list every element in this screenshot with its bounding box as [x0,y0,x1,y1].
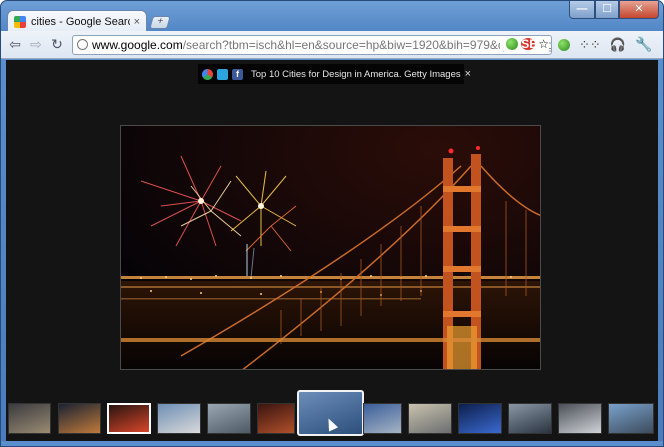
google-favicon-icon [14,15,26,28]
thumbnail-9[interactable] [408,403,452,434]
window-bottom-border [1,441,663,446]
thumbnail-11[interactable] [508,403,552,434]
url-host: www.google.com [92,37,183,52]
page-info-icon[interactable] [77,39,88,50]
image-caption[interactable]: Top 10 Cities for Design in America. Get… [251,69,461,80]
caption-close-icon[interactable]: × [465,68,471,80]
extension-green-icon[interactable] [506,37,519,50]
close-window-button[interactable]: ✕ [619,1,659,19]
thumbnail-4[interactable] [157,403,201,434]
thumbnail-2[interactable] [58,403,101,434]
headphones-icon[interactable]: 🎧 [610,37,626,53]
image-caption-bar: f Top 10 Cities for Design in America. G… [198,64,471,84]
thumbnail-10[interactable] [458,403,502,434]
facebook-share-icon[interactable]: f [232,68,243,80]
twitter-share-icon[interactable] [217,68,228,80]
url-text[interactable]: www.google.com/search?tbm=isch&hl=en&sou… [92,37,552,52]
thumbnail-13[interactable] [608,403,654,434]
tab-google-search[interactable]: cities - Google Search × [7,10,147,32]
thumbnail-12[interactable] [558,403,602,434]
golden-gate-fireworks-photo [121,126,540,369]
address-bar[interactable]: www.google.com/search?tbm=isch&hl=en&sou… [72,34,552,55]
wrench-menu-icon[interactable]: 🔧 [635,36,652,53]
thumbnail-3-selected[interactable] [107,403,151,434]
thumbnail-8[interactable] [363,403,402,434]
green-extension-icon[interactable] [558,38,570,51]
extension-badge-icon[interactable]: SEP [521,37,545,50]
reload-button[interactable]: ↻ [47,35,67,55]
main-image[interactable] [120,125,541,370]
thumbnail-6[interactable] [257,403,295,434]
extension-area: ⁘⁘ 🎧 🔧 [558,36,652,53]
url-path: /search?tbm=isch&hl=en&source=hp&biw=192… [182,37,552,52]
maximize-button[interactable]: ☐ [595,1,619,19]
tab-title: cities - Google Search [31,15,130,28]
back-button[interactable]: ⇦ [5,35,25,55]
dots-extension-icon[interactable]: ⁘⁘ [579,37,601,53]
browser-window: cities - Google Search × + — ☐ ✕ ⇦ ⇨ ↻ w… [0,0,664,447]
tab-close-icon[interactable]: × [134,16,140,28]
omnibox-icons: SEP ☆ [500,36,549,51]
tab-strip: cities - Google Search × + — ☐ ✕ [1,1,663,32]
browser-toolbar: ⇦ ⇨ ↻ www.google.com/search?tbm=isch&hl=… [1,31,663,59]
image-viewer: f Top 10 Cities for Design in America. G… [6,60,658,443]
bookmark-star-icon[interactable]: ☆ [538,37,549,51]
window-controls: — ☐ ✕ [569,1,659,19]
thumbnail-5[interactable] [207,403,251,434]
thumbnail-filmstrip [6,390,658,443]
thumbnail-1[interactable] [8,403,51,434]
minimize-button[interactable]: — [569,1,595,19]
new-tab-button[interactable]: + [149,16,171,29]
buzz-share-icon[interactable] [202,68,213,80]
forward-button[interactable]: ⇨ [26,35,46,55]
